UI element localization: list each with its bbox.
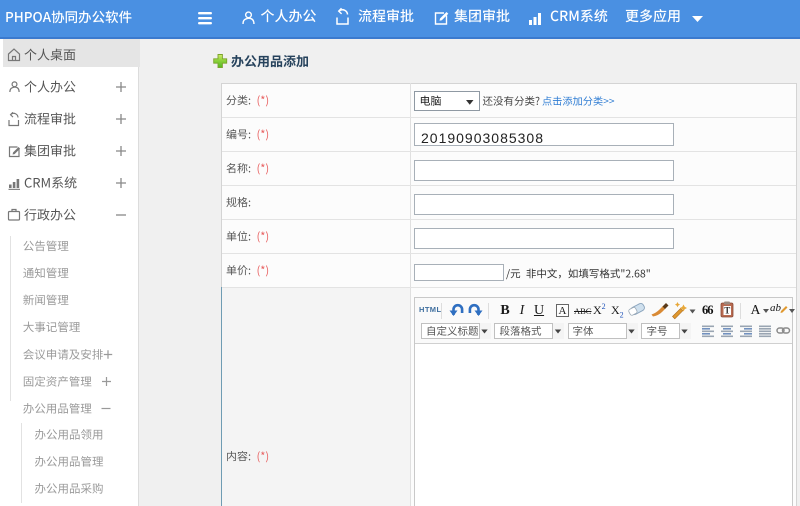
svg-text:T: T [724, 306, 730, 316]
